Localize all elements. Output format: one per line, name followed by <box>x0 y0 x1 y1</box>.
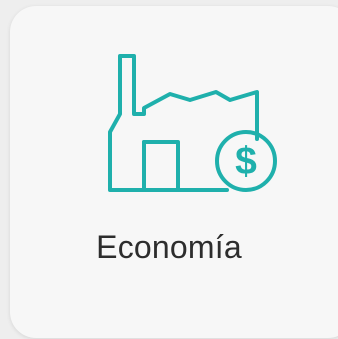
svg-text:$: $ <box>235 140 257 183</box>
category-card-economia[interactable]: $ Economía <box>10 6 338 338</box>
category-title: Economía <box>96 229 242 265</box>
factory-dollar-icon: $ <box>98 41 298 211</box>
